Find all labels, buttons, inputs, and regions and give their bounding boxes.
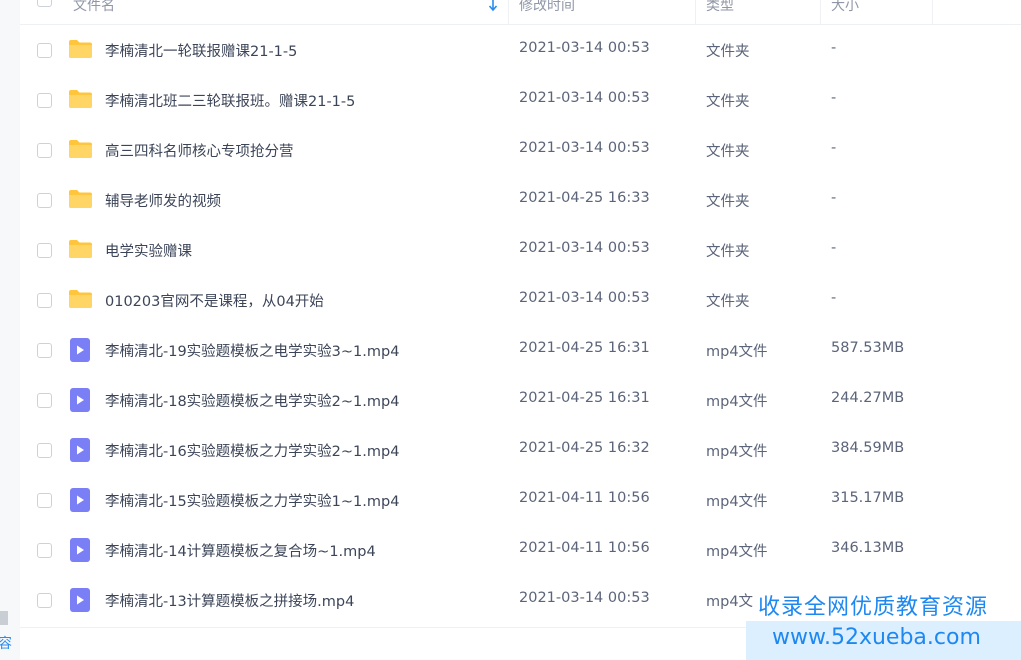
modified-time: 2021-04-25 16:31 [519,340,650,356]
file-type: 文件夹 [706,294,750,310]
folder-icon [68,89,93,109]
file-list: 文件名 修改时间 类型 大小 李楠清北一轮联报赠课21-1-5 2021-03-1… [20,0,1021,628]
row-checkbox[interactable] [37,543,52,558]
modified-time: 2021-04-25 16:33 [519,190,650,206]
file-size: 315.17MB [831,490,905,506]
row-checkbox[interactable] [37,493,52,508]
row-checkbox[interactable] [37,143,52,158]
row-checkbox[interactable] [37,93,52,108]
modified-time: 2021-04-11 10:56 [519,490,650,506]
folder-icon [68,39,93,59]
file-type: 文件夹 [706,44,750,60]
table-row[interactable]: 010203官网不是课程，从04开始 2021-03-14 00:53 文件夹 - [20,275,1021,325]
file-name[interactable]: 李楠清北班二三轮联报班。赠课21-1-5 [105,90,355,111]
modified-time: 2021-04-25 16:32 [519,440,650,456]
modified-time: 2021-04-11 10:56 [519,540,650,556]
folder-icon [68,239,93,259]
column-divider[interactable] [695,0,696,24]
video-file-icon [70,588,90,612]
row-checkbox[interactable] [37,343,52,358]
video-file-icon [70,388,90,412]
file-size: 384.59MB [831,440,905,456]
file-name[interactable]: 李楠清北-19实验题模板之电学实验3~1.mp4 [105,340,399,361]
table-row[interactable]: 李楠清北-15实验题模板之力学实验1~1.mp4 2021-04-11 10:56… [20,475,1021,525]
table-row[interactable]: 李楠清北-18实验题模板之电学实验2~1.mp4 2021-04-25 16:31… [20,375,1021,425]
column-time-header[interactable]: 修改时间 [519,0,575,24]
table-row[interactable]: 李楠清北-19实验题模板之电学实验3~1.mp4 2021-04-25 16:31… [20,325,1021,375]
row-checkbox[interactable] [37,193,52,208]
row-checkbox[interactable] [37,43,52,58]
file-type: 文件夹 [706,144,750,160]
column-name-header[interactable]: 文件名 [73,0,115,24]
file-name[interactable]: 李楠清北一轮联报赠课21-1-5 [105,40,297,61]
file-type: mp4文件 [706,444,768,460]
row-checkbox[interactable] [37,243,52,258]
table-row[interactable]: 李楠清北一轮联报赠课21-1-5 2021-03-14 00:53 文件夹 - [20,25,1021,75]
file-name[interactable]: 李楠清北-14计算题模板之复合场~1.mp4 [105,540,376,561]
folder-icon [68,289,93,309]
table-row[interactable]: 电学实验赠课 2021-03-14 00:53 文件夹 - [20,225,1021,275]
file-name[interactable]: 辅导老师发的视频 [105,190,221,211]
file-name[interactable]: 高三四科名师核心专项抢分营 [105,140,294,161]
row-checkbox[interactable] [37,443,52,458]
file-name[interactable]: 李楠清北-18实验题模板之电学实验2~1.mp4 [105,390,399,411]
video-file-icon [70,338,90,362]
modified-time: 2021-03-14 00:53 [519,40,650,56]
folder-icon [68,189,93,209]
file-size: 346.13MB [831,540,905,556]
file-type: mp4文件 [706,344,768,360]
row-checkbox[interactable] [37,393,52,408]
video-file-icon [70,438,90,462]
watermark-url: www.52xueba.com [772,625,981,650]
row-checkbox[interactable] [37,293,52,308]
table-row[interactable]: 辅导老师发的视频 2021-04-25 16:33 文件夹 - [20,175,1021,225]
file-size: - [831,290,837,306]
file-name[interactable]: 电学实验赠课 [105,240,192,261]
file-size: - [831,40,837,56]
column-divider[interactable] [932,0,933,24]
arrow-down-icon[interactable] [488,0,498,16]
table-row[interactable]: 李楠清北-16实验题模板之力学实验2~1.mp4 2021-04-25 16:32… [20,425,1021,475]
file-type: mp4文件 [706,494,768,510]
modified-time: 2021-03-14 00:53 [519,240,650,256]
file-type: 文件夹 [706,194,750,210]
table-row[interactable]: 高三四科名师核心专项抢分营 2021-03-14 00:53 文件夹 - [20,125,1021,175]
file-type: 文件夹 [706,94,750,110]
file-list-header: 文件名 修改时间 类型 大小 [20,0,1021,25]
row-checkbox[interactable] [37,593,52,608]
file-size: - [831,240,837,256]
modified-time: 2021-03-14 00:53 [519,290,650,306]
select-all-checkbox[interactable] [37,0,52,7]
column-divider[interactable] [508,0,509,24]
file-name[interactable]: 李楠清北-16实验题模板之力学实验2~1.mp4 [105,440,399,461]
folder-icon [68,139,93,159]
left-sidebar-edge: 容 [0,0,20,660]
file-size: 587.53MB [831,340,905,356]
column-size-header[interactable]: 大小 [831,0,859,24]
sidebar-cut-label[interactable]: 容 [0,633,12,653]
sidebar-scroll-mark [0,611,8,625]
file-name[interactable]: 李楠清北-15实验题模板之力学实验1~1.mp4 [105,490,399,511]
column-type-header[interactable]: 类型 [706,0,734,24]
file-type: 文件夹 [706,244,750,260]
video-file-icon [70,538,90,562]
column-divider[interactable] [820,0,821,24]
file-size: - [831,140,837,156]
file-name[interactable]: 010203官网不是课程，从04开始 [105,290,324,311]
modified-time: 2021-04-25 16:31 [519,390,650,406]
file-size: 244.27MB [831,390,905,406]
table-row[interactable]: 李楠清北班二三轮联报班。赠课21-1-5 2021-03-14 00:53 文件夹 - [20,75,1021,125]
modified-time: 2021-03-14 00:53 [519,90,650,106]
modified-time: 2021-03-14 00:53 [519,140,650,156]
watermark: 收录全网优质教育资源 www.52xueba.com [746,583,1021,660]
modified-time: 2021-03-14 00:53 [519,590,650,606]
file-size: - [831,90,837,106]
file-type: mp4文件 [706,394,768,410]
watermark-slogan: 收录全网优质教育资源 [758,595,989,620]
video-file-icon [70,488,90,512]
file-size: - [831,190,837,206]
file-name[interactable]: 李楠清北-13计算题模板之拼接场.mp4 [105,590,354,611]
file-type: mp4文件 [706,544,768,560]
table-row[interactable]: 李楠清北-14计算题模板之复合场~1.mp4 2021-04-11 10:56 mp… [20,525,1021,575]
